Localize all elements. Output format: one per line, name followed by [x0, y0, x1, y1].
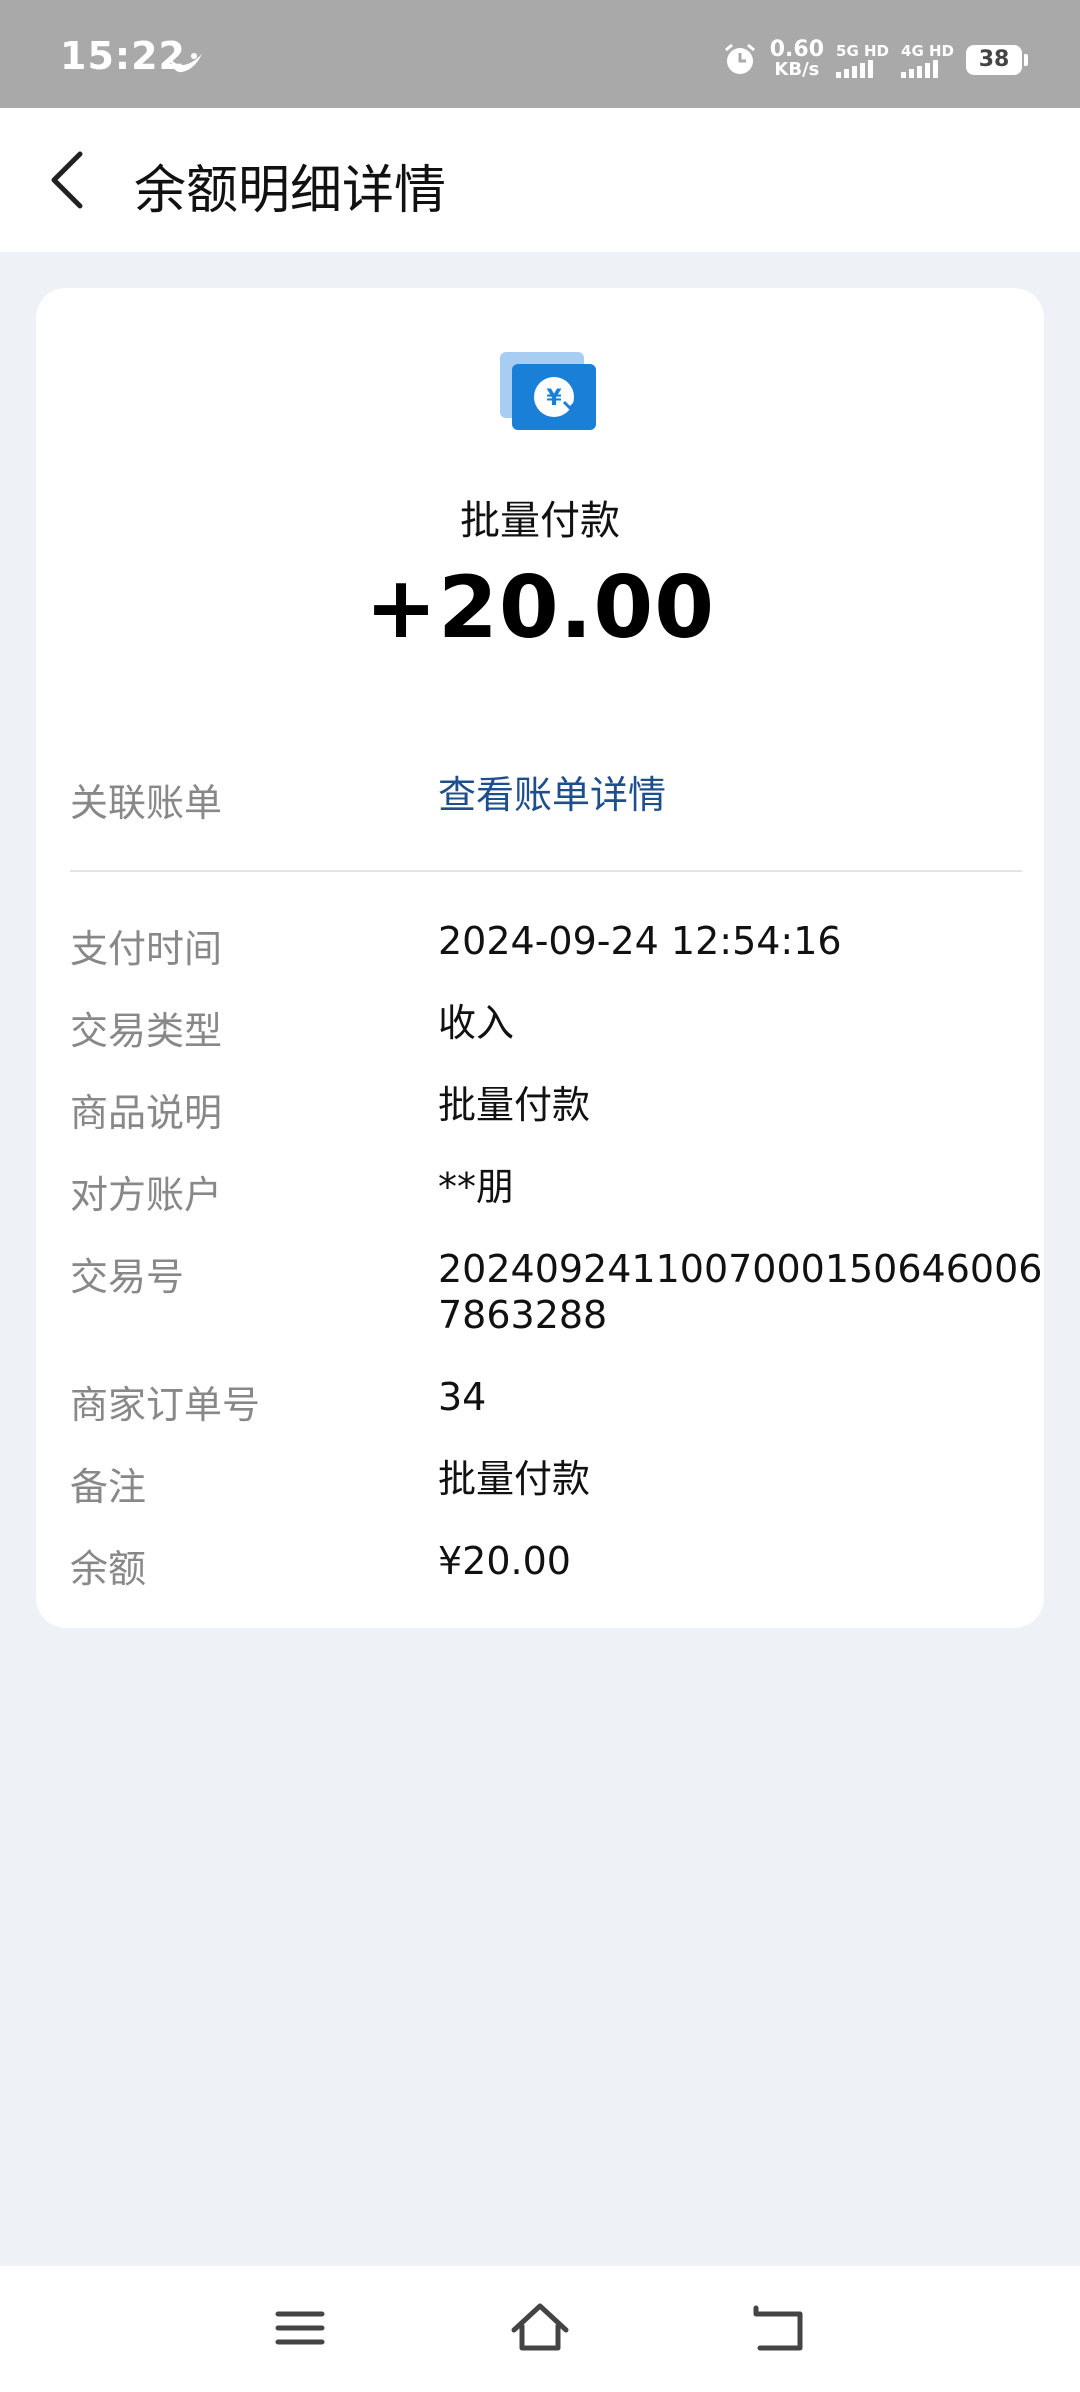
signal-4g-label: 4G HD [901, 42, 954, 60]
detail-label: 支付时间 [70, 927, 223, 971]
detail-label: 对方账户 [70, 1173, 223, 1217]
app-header: 余额明细详情 [0, 108, 1080, 252]
detail-label: 商品说明 [70, 1091, 223, 1135]
signal-5g-bars-icon [836, 60, 874, 78]
signal-5g-label: 5G HD [836, 42, 890, 60]
transaction-name: 批量付款 [460, 498, 620, 544]
detail-label: 余额 [70, 1547, 147, 1591]
transaction-detail-card: ¥ 批量付款 +20.00 关联账单 查看账单详情 支付时间 2024-09-2… [36, 288, 1044, 1628]
return-icon[interactable] [748, 2296, 812, 2360]
detail-value: ¥20.00 [438, 1539, 571, 1583]
page-title: 余额明细详情 [134, 161, 447, 221]
detail-value: 批量付款 [438, 1083, 591, 1127]
detail-value: 34 [438, 1375, 487, 1419]
signal-5g: 5G HD [836, 42, 889, 78]
signal-4g: 4G HD [901, 42, 954, 78]
menu-icon[interactable] [268, 2296, 332, 2360]
alarm-icon [724, 43, 755, 74]
detail-value: 收入 [438, 1001, 515, 1045]
detail-value: 2024092411007000150646006 7863288 [438, 1247, 1043, 1337]
divider [70, 870, 1022, 872]
detail-label: 交易号 [70, 1255, 185, 1299]
detail-label: 商家订单号 [70, 1383, 261, 1427]
notification-bird-icon [170, 53, 202, 73]
view-bill-detail-link[interactable]: 查看账单详情 [438, 772, 1080, 818]
detail-label: 备注 [70, 1465, 147, 1509]
network-speed-unit: KB/s [774, 59, 820, 80]
detail-label: 交易类型 [70, 1009, 223, 1053]
detail-value: 批量付款 [438, 1457, 591, 1501]
home-icon[interactable] [508, 2296, 572, 2360]
system-nav-bar [0, 2266, 1080, 2392]
linked-bill-label: 关联账单 [70, 781, 223, 825]
battery-icon: 38 [966, 45, 1028, 75]
detail-value: **朋 [438, 1165, 515, 1209]
back-button[interactable] [36, 148, 96, 212]
detail-value: 2024-09-24 12:54:16 [438, 919, 842, 963]
signal-4g-bars-icon [901, 60, 939, 78]
status-bar: 15:22 0.60 KB/s 5G HD 4G HD 38 [0, 0, 1080, 108]
transaction-amount: +20.00 [364, 558, 716, 658]
status-indicators: 0.60 KB/s 5G HD 4G HD 38 [722, 39, 1028, 80]
network-speed: 0.60 KB/s [770, 39, 824, 80]
svg-text:¥: ¥ [546, 386, 562, 411]
balance-transfer-icon: ¥ [500, 352, 596, 430]
